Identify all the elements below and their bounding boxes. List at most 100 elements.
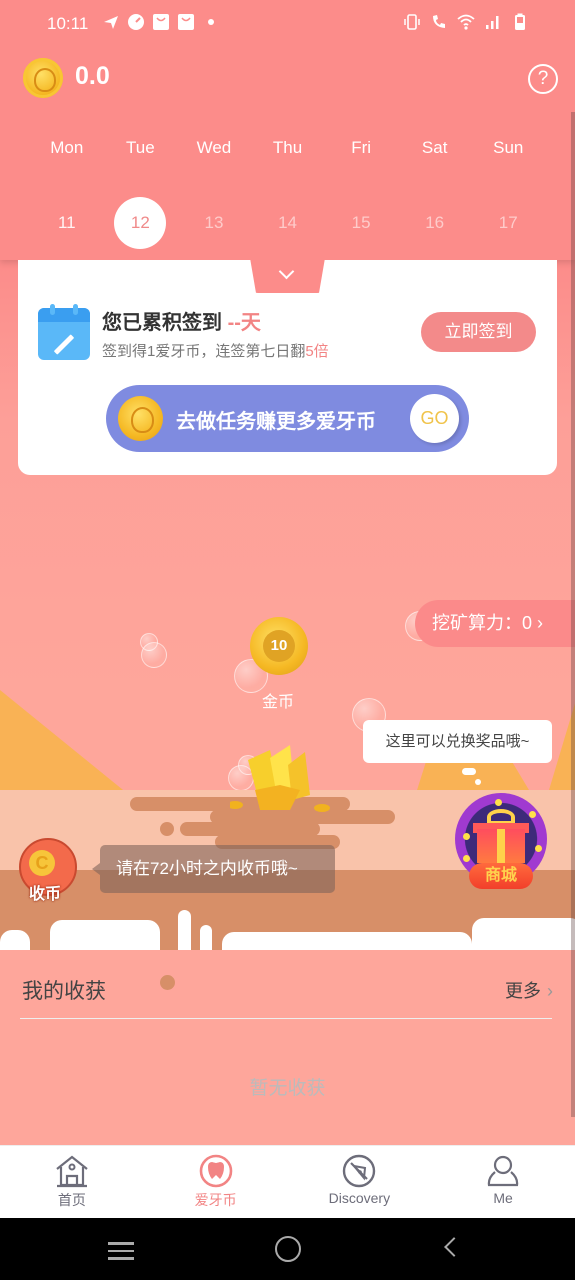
weekday-label: Sun: [493, 138, 524, 157]
drip-gap: [0, 930, 30, 950]
status-time: 10:11: [47, 14, 89, 33]
checkin-title-text: 您已累积签到: [102, 312, 222, 334]
home-icon: [56, 1155, 88, 1188]
harvest-more-link[interactable]: 更多 ›: [505, 977, 553, 1003]
drip-gap: [200, 925, 212, 950]
calendar-edit-icon: [38, 304, 90, 360]
ground-drop: [160, 822, 174, 836]
signal-icon: [486, 16, 499, 29]
home-button[interactable]: [275, 1236, 301, 1262]
scrollbar[interactable]: [571, 112, 575, 1117]
calendar-date-today[interactable]: 12: [104, 197, 178, 249]
prize-hint-bubble: 这里可以兑换奖品哦~: [363, 720, 552, 763]
calendar-date[interactable]: 13: [177, 197, 251, 249]
back-button[interactable]: [444, 1237, 464, 1257]
gold-crystal-icon: [230, 745, 330, 812]
bottom-tab-bar: 首页 爱牙币 Discovery Me: [0, 1145, 575, 1218]
harvest-title: 我的收获: [22, 980, 106, 1003]
collect-coin-button[interactable]: C 收币: [19, 838, 77, 903]
drip-gap: [178, 910, 191, 950]
ground-streak: [180, 822, 320, 836]
light-dot: [535, 845, 542, 852]
header: 0.0 ?: [0, 58, 575, 98]
date-number: 14: [278, 213, 297, 232]
status-bar: 10:11: [0, 0, 575, 48]
expand-calendar-button[interactable]: [250, 258, 325, 293]
date-row: 11 12 13 14 15 16 17: [0, 197, 575, 249]
weekday-label: Mon: [50, 138, 84, 157]
go-button[interactable]: GO: [410, 394, 459, 443]
divider: [20, 1018, 552, 1019]
tab-label: 首页: [57, 1192, 86, 1208]
harvest-section: 我的收获 更多 › 暂无收获: [0, 950, 575, 1145]
date-number: 17: [498, 213, 518, 232]
chevron-right-icon: ›: [547, 981, 553, 1001]
gift-ribbon: [497, 829, 505, 863]
weekday-label: Sat: [421, 138, 448, 157]
collect-label: 收币: [29, 886, 62, 903]
checkin-subtitle-text: 签到得1爱牙币，连签第七日翻: [102, 343, 306, 360]
mining-power-button[interactable]: 挖矿算力：0 ›: [415, 600, 575, 647]
battery-icon: [515, 13, 525, 30]
date-number: 15: [351, 213, 371, 232]
shopping-bag-icon: [178, 14, 194, 30]
wifi-call-icon: [433, 15, 445, 28]
speedometer-icon: [128, 14, 144, 30]
light-dot: [529, 811, 536, 818]
weekday-label: Fri: [351, 138, 372, 157]
coin-balance: 0.0: [75, 62, 110, 90]
collect-hint-tooltip: 请在72小时之内收币哦~: [92, 845, 335, 893]
light-dot: [463, 833, 470, 840]
calendar-date[interactable]: 11: [30, 197, 104, 249]
mining-power-label: 挖矿算力：0: [432, 613, 533, 633]
bubble-decoration: [141, 642, 167, 668]
coin-label: 金币: [262, 694, 295, 711]
tab-label: 爱牙币: [194, 1192, 237, 1208]
date-number: 13: [204, 213, 224, 232]
mining-scene: 10:11 0.0 ? Mon Tue Wed Thu Fri Sat Sun …: [0, 0, 575, 1145]
tab-label: Me: [493, 1190, 513, 1206]
dot-icon: [208, 19, 214, 25]
vibrate-icon: [404, 14, 420, 30]
more-label: 更多: [505, 981, 541, 1001]
coin-icon: [23, 58, 63, 98]
date-number: 16: [425, 213, 445, 232]
tab-tooth-coin[interactable]: 爱牙币: [144, 1146, 288, 1218]
weekday-label: Wed: [196, 138, 232, 157]
calendar-date[interactable]: 14: [251, 197, 325, 249]
tab-me[interactable]: Me: [431, 1146, 575, 1218]
weekday-label: Tue: [126, 138, 155, 157]
light-dot: [495, 799, 502, 806]
coin-hand-icon: C: [29, 850, 55, 876]
task-button[interactable]: 去做任务赚更多爱牙币 GO: [106, 385, 469, 452]
hint-tail: [475, 779, 481, 785]
drip-gap: [50, 920, 160, 950]
harvest-empty-text: 暂无收获: [249, 1078, 326, 1099]
gold-coin-button[interactable]: 10: [250, 617, 308, 675]
weekday-row: Mon Tue Wed Thu Fri Sat Sun: [0, 138, 575, 158]
drip-gap: [472, 918, 575, 950]
recent-apps-button[interactable]: [108, 1242, 134, 1265]
coin-value: 10: [263, 630, 295, 662]
weekday-label: Thu: [272, 138, 303, 157]
shop-button[interactable]: 商城: [455, 793, 547, 889]
calendar-date[interactable]: 17: [471, 197, 545, 249]
date-number: 11: [57, 213, 76, 232]
sign-in-button[interactable]: 立即签到: [421, 312, 536, 352]
help-button[interactable]: ?: [528, 64, 558, 94]
person-icon: [487, 1155, 519, 1187]
calendar-date[interactable]: 15: [324, 197, 398, 249]
system-nav-bar: [0, 1218, 575, 1280]
telegram-icon: [104, 16, 118, 29]
date-number: 12: [114, 197, 167, 249]
checkin-multiplier: 5倍: [305, 343, 329, 360]
tab-home[interactable]: 首页: [0, 1146, 144, 1218]
wifi-icon: [457, 14, 475, 30]
tab-discovery[interactable]: Discovery: [288, 1146, 432, 1218]
checkin-days: --天: [227, 312, 261, 334]
chevron-right-icon: ›: [537, 613, 544, 633]
shopping-bag-icon: [153, 14, 169, 30]
checkin-title: 您已累积签到 --天: [102, 306, 261, 335]
light-dot: [463, 855, 470, 862]
calendar-date[interactable]: 16: [398, 197, 472, 249]
